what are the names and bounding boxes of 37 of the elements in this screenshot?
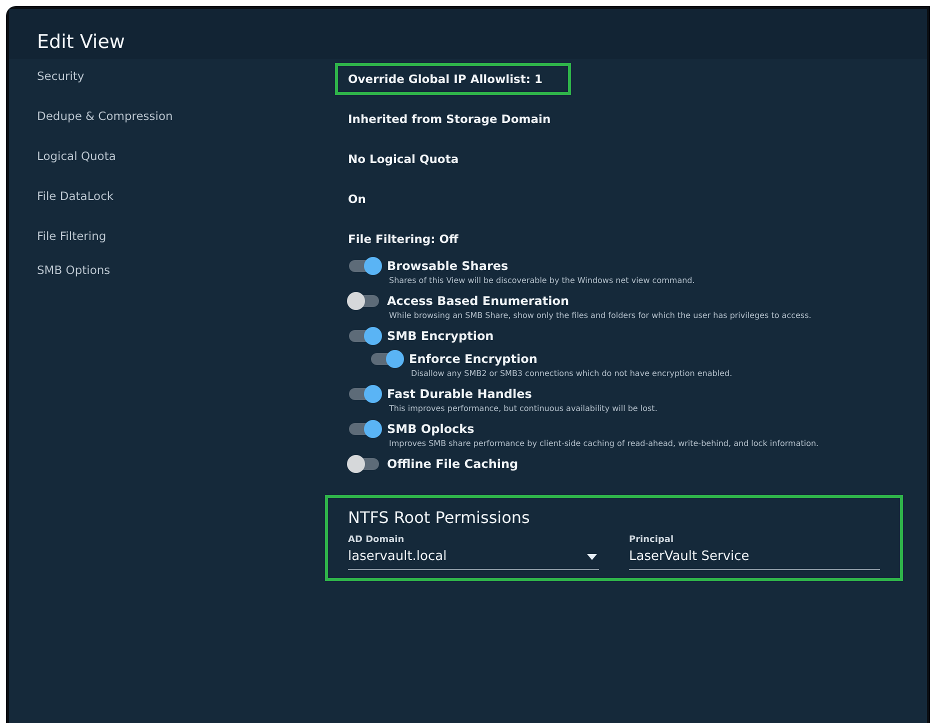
toggle-switch[interactable] — [349, 295, 379, 307]
setting-value: On — [347, 191, 367, 208]
domain-dropdown[interactable]: laservault.local — [348, 545, 599, 570]
setting-label: Logical Quota — [36, 148, 117, 163]
section-title: NTFS Root Permissions — [348, 508, 530, 527]
setting-label: File Filtering — [36, 228, 108, 243]
toggle-switch[interactable] — [349, 458, 379, 470]
setting-value: File Filtering: Off — [347, 231, 460, 248]
option-description: Disallow any SMB2 or SMB3 connections which do not have encryption enabled. — [411, 369, 734, 378]
dialog-title: Edit View — [37, 31, 125, 53]
toggle-switch[interactable] — [371, 353, 401, 365]
setting-value: Inherited from Storage Domain — [347, 111, 552, 128]
setting-label: SMB Options — [36, 262, 112, 277]
toggle-switch[interactable] — [349, 388, 379, 400]
option-description: Improves SMB share performance by client-side caching of read-ahead, write-behind, and lock information. — [389, 439, 819, 448]
option-description: While browsing an SMB Share, show only the files and folders for which the user has privileges to access. — [389, 311, 812, 320]
option-label: SMB Oplocks — [387, 422, 474, 436]
field-label: AD Domain — [348, 535, 406, 545]
setting-label: Security — [36, 68, 86, 83]
setting-value: Override Global IP Allowlist: 1 — [335, 63, 572, 95]
option-description: This improves performance, but continuous availability will be lost. — [389, 404, 658, 413]
toggle-switch[interactable] — [349, 330, 379, 342]
setting-value: No Logical Quota — [347, 151, 460, 168]
option-label: Offline File Caching — [387, 457, 518, 471]
option-label: Browsable Shares — [387, 259, 508, 273]
dropdown-caret-icon — [587, 554, 597, 560]
principal-field[interactable]: LaserVault Service — [629, 545, 880, 570]
option-label: Fast Durable Handles — [387, 387, 532, 401]
toggle-switch[interactable] — [349, 260, 379, 272]
option-description: Shares of this View will be discoverable by the Windows net view command. — [389, 276, 696, 285]
setting-label: File DataLock — [36, 188, 115, 203]
option-label: SMB Encryption — [387, 329, 494, 343]
toggle-switch[interactable] — [349, 423, 379, 435]
field-label: Principal — [629, 535, 675, 545]
option-label: Access Based Enumeration — [387, 294, 569, 308]
option-label: Enforce Encryption — [409, 352, 538, 366]
setting-label: Dedupe & Compression — [36, 108, 174, 123]
